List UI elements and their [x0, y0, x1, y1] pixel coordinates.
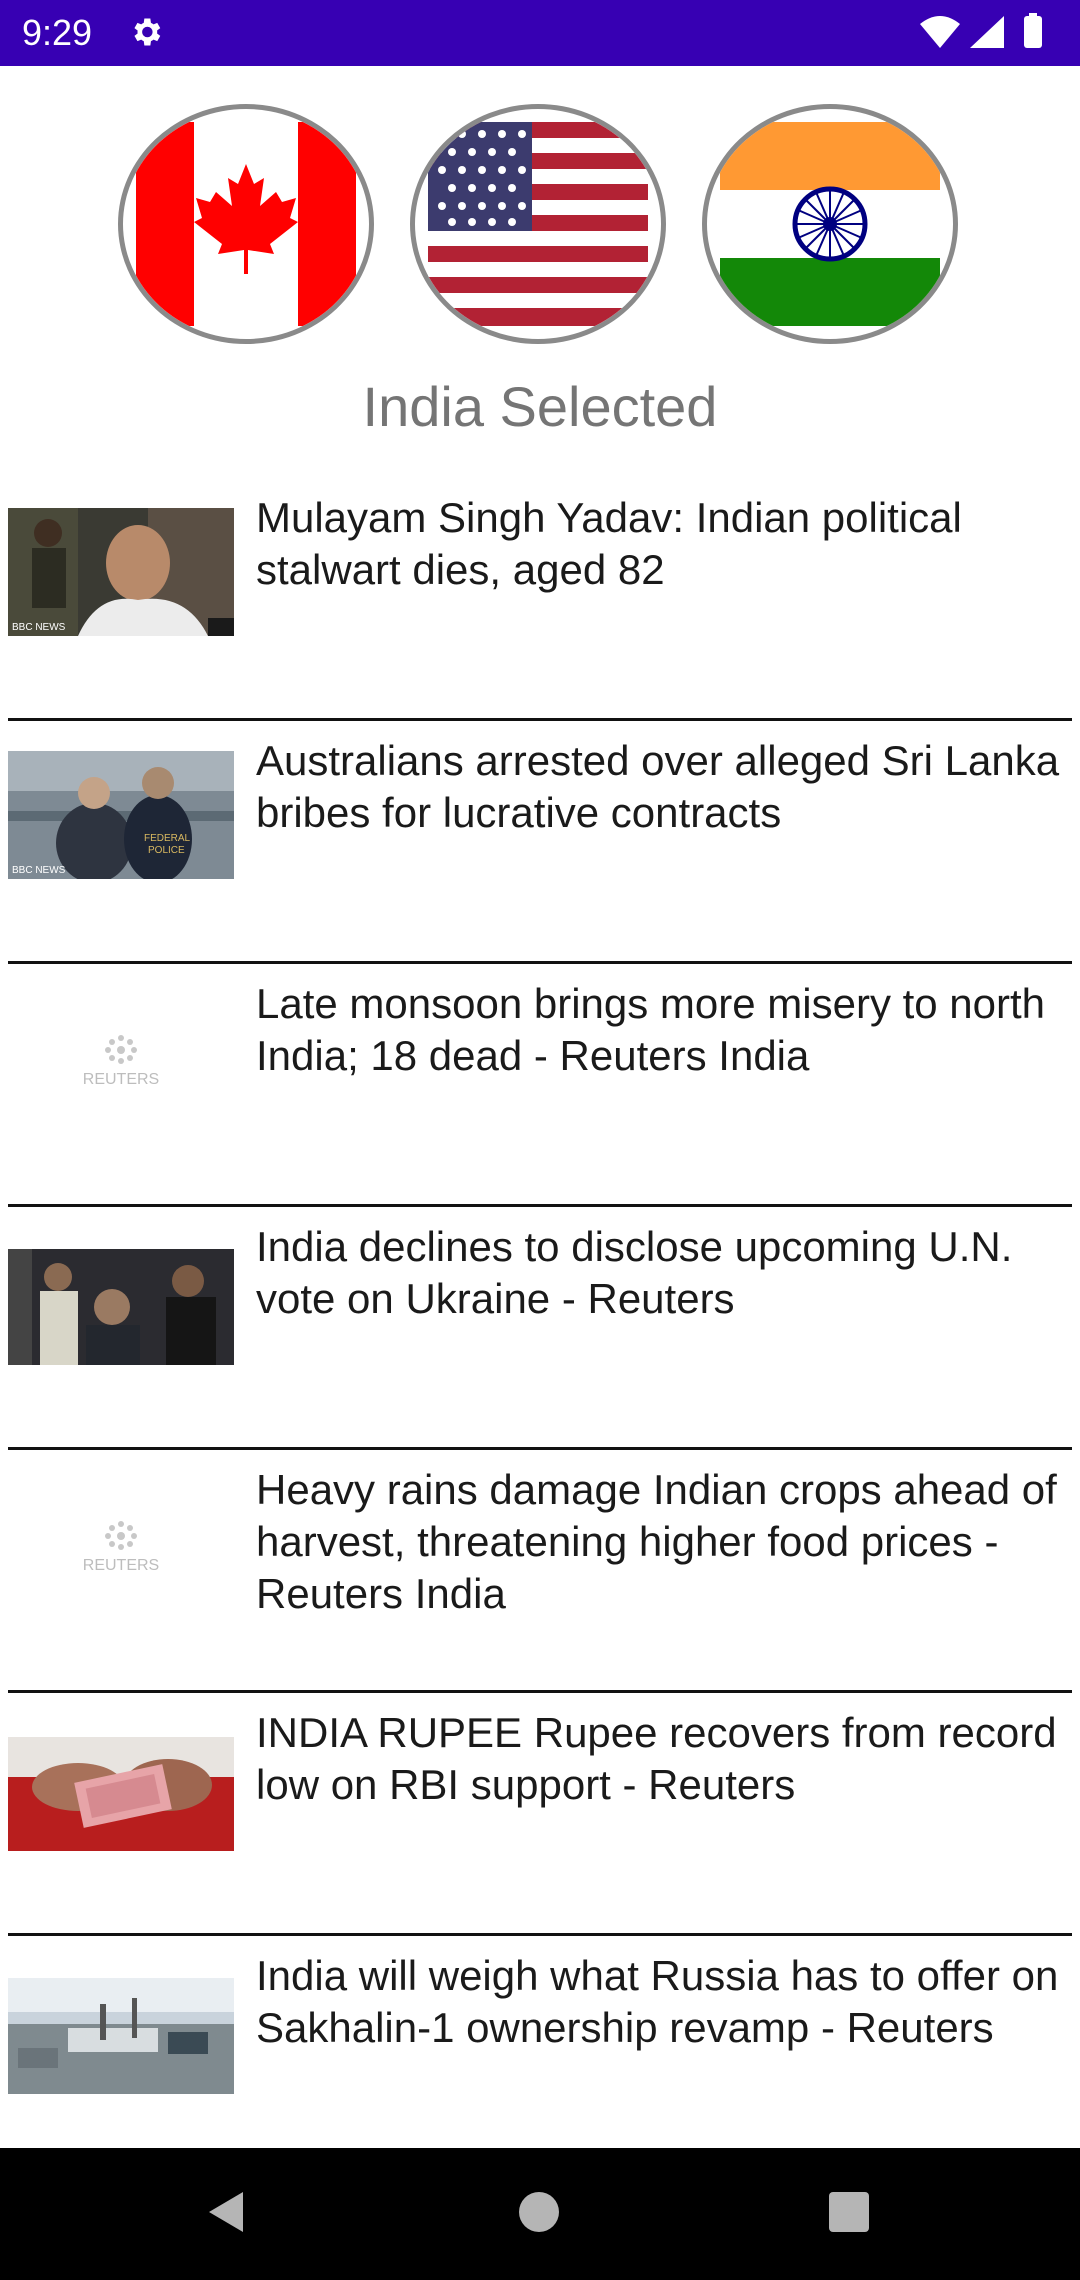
- news-thumbnail: REUTERS: [8, 1480, 234, 1608]
- canada-flag-icon: [136, 122, 356, 326]
- news-headline: Mulayam Singh Yadav: Indian political st…: [256, 494, 962, 593]
- selected-country-label: India Selected: [362, 375, 718, 438]
- news-headline: INDIA RUPEE Rupee recovers from record l…: [256, 1709, 1057, 1808]
- news-item[interactable]: INDIA RUPEE Rupee recovers from record l…: [0, 1693, 1080, 1936]
- news-headline: India declines to disclose upcoming U.N.…: [256, 1223, 1013, 1322]
- status-bar: 9:29: [0, 0, 1080, 66]
- status-icons: [920, 13, 1042, 48]
- usa-flag-button[interactable]: [410, 104, 666, 344]
- system-navigation-bar: [0, 2148, 1080, 2280]
- wifi-icon: [920, 16, 960, 48]
- svg-text:FEDERAL: FEDERAL: [144, 833, 191, 844]
- reuters-watermark: REUTERS: [83, 1071, 159, 1088]
- news-headline: Australians arrested over alleged Sri La…: [256, 737, 1060, 836]
- back-icon[interactable]: [203, 2188, 251, 2236]
- home-icon[interactable]: [517, 2190, 561, 2234]
- india-flag-button[interactable]: [702, 104, 958, 344]
- news-list[interactable]: BBC NEWS Mulayam Singh Yadav: Indian pol…: [0, 478, 1080, 2166]
- cell-signal-icon: [970, 16, 1004, 48]
- settings-gear-icon: [134, 18, 161, 46]
- canada-flag-button[interactable]: [118, 104, 374, 344]
- news-thumbnail: BBC NEWS: [8, 508, 234, 636]
- bbc-news-watermark: BBC NEWS: [12, 622, 66, 633]
- status-time: 9:29: [22, 12, 93, 53]
- news-thumbnail: [8, 1237, 234, 1365]
- news-thumbnail: FEDERAL POLICE BBC NEWS: [8, 751, 234, 879]
- country-selector: [0, 104, 1080, 364]
- battery-icon: [1024, 16, 1042, 48]
- usa-flag-icon: [428, 122, 648, 326]
- recents-icon[interactable]: [827, 2190, 871, 2234]
- news-thumbnail: [8, 1723, 234, 1851]
- news-item[interactable]: BBC NEWS Mulayam Singh Yadav: Indian pol…: [0, 478, 1080, 721]
- svg-text:POLICE: POLICE: [148, 845, 185, 856]
- news-thumbnail: REUTERS: [8, 994, 234, 1122]
- news-thumbnail: [8, 1966, 234, 2094]
- news-headline: India will weigh what Russia has to offe…: [256, 1952, 1059, 2051]
- news-item[interactable]: India declines to disclose upcoming U.N.…: [0, 1207, 1080, 1450]
- news-headline: Late monsoon brings more misery to north…: [256, 980, 1046, 1079]
- news-item[interactable]: FEDERAL POLICE BBC NEWS Australians arre…: [0, 721, 1080, 964]
- bbc-news-watermark: BBC NEWS: [12, 865, 66, 876]
- india-flag-icon: [720, 122, 940, 326]
- news-item[interactable]: REUTERS Heavy rains damage Indian crops …: [0, 1450, 1080, 1693]
- news-item[interactable]: India will weigh what Russia has to offe…: [0, 1936, 1080, 2166]
- news-item[interactable]: REUTERS Late monsoon brings more misery …: [0, 964, 1080, 1207]
- news-headline: Heavy rains damage Indian crops ahead of…: [256, 1466, 1057, 1617]
- reuters-watermark: REUTERS: [83, 1557, 159, 1574]
